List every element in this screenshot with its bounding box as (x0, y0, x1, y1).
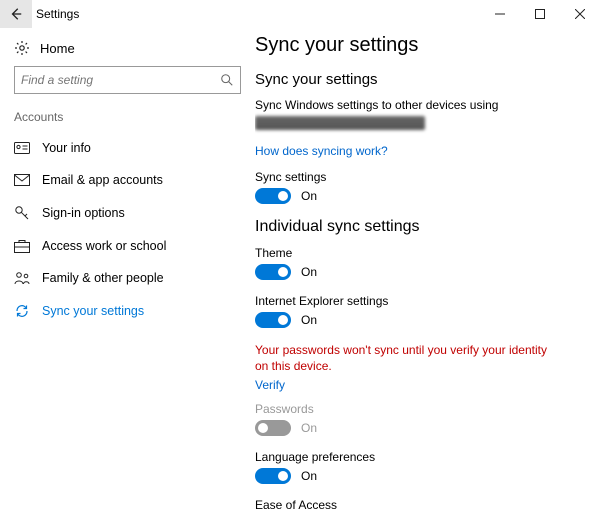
toggle-state: On (301, 189, 317, 203)
toggle-state: On (301, 421, 317, 435)
setting-theme: Theme On (255, 246, 586, 280)
redacted-account (255, 116, 425, 130)
home-button[interactable]: Home (0, 34, 255, 66)
close-icon (575, 9, 585, 19)
page-title: Sync your settings (255, 34, 586, 57)
setting-label: Ease of Access (255, 498, 586, 512)
search-input[interactable] (14, 66, 241, 94)
nav-work-school[interactable]: Access work or school (0, 230, 255, 262)
setting-label: Language preferences (255, 450, 586, 464)
nav-family[interactable]: Family & other people (0, 262, 255, 294)
maximize-icon (535, 9, 545, 19)
arrow-left-icon (9, 7, 23, 21)
sidebar: Home Accounts Your info Email & app acco… (0, 28, 255, 516)
minimize-button[interactable] (480, 0, 520, 28)
nav-label: Email & app accounts (42, 173, 163, 187)
toggle-state: On (301, 265, 317, 279)
nav-label: Sign-in options (42, 206, 125, 220)
toggle-state: On (301, 469, 317, 483)
nav-your-info[interactable]: Your info (0, 132, 255, 164)
gear-icon (14, 40, 30, 56)
toggle-language[interactable] (255, 468, 291, 484)
search-field[interactable] (21, 73, 220, 87)
briefcase-icon (14, 239, 30, 253)
sync-icon (14, 303, 30, 319)
titlebar: Settings (0, 0, 600, 28)
nav-signin-options[interactable]: Sign-in options (0, 196, 255, 230)
individual-heading: Individual sync settings (255, 218, 586, 236)
main-panel: Sync your settings Sync your settings Sy… (255, 28, 600, 516)
back-button[interactable] (0, 0, 32, 28)
description: Sync Windows settings to other devices u… (255, 98, 586, 112)
setting-language: Language preferences On (255, 450, 586, 484)
toggle-state: On (301, 313, 317, 327)
nav-sync-settings[interactable]: Sync your settings (0, 294, 255, 328)
toggle-sync[interactable] (255, 188, 291, 204)
toggle-theme[interactable] (255, 264, 291, 280)
nav-label: Sync your settings (42, 304, 144, 318)
nav-label: Family & other people (42, 271, 164, 285)
warning-text: Your passwords won't sync until you veri… (255, 342, 555, 374)
setting-label: Internet Explorer settings (255, 294, 586, 308)
nav-label: Access work or school (42, 239, 166, 253)
key-icon (14, 205, 30, 221)
setting-label: Sync settings (255, 170, 586, 184)
home-label: Home (40, 41, 75, 56)
setting-passwords: Passwords On (255, 402, 586, 436)
mail-icon (14, 174, 30, 186)
setting-ie: Internet Explorer settings On (255, 294, 586, 328)
section-heading: Accounts (0, 110, 255, 132)
setting-label: Passwords (255, 402, 586, 416)
toggle-passwords (255, 420, 291, 436)
id-card-icon (14, 142, 30, 154)
toggle-ie[interactable] (255, 312, 291, 328)
window-controls (480, 0, 600, 28)
section-subhead: Sync your settings (255, 71, 586, 88)
close-button[interactable] (560, 0, 600, 28)
minimize-icon (495, 9, 505, 19)
verify-link[interactable]: Verify (255, 378, 285, 392)
people-icon (14, 271, 30, 285)
setting-sync: Sync settings On (255, 170, 586, 204)
setting-ease: Ease of Access On (255, 498, 586, 516)
search-icon (220, 73, 234, 87)
how-syncing-link[interactable]: How does syncing work? (255, 144, 388, 158)
nav-email-accounts[interactable]: Email & app accounts (0, 164, 255, 196)
setting-label: Theme (255, 246, 586, 260)
window-title: Settings (36, 7, 480, 21)
maximize-button[interactable] (520, 0, 560, 28)
nav-label: Your info (42, 141, 91, 155)
